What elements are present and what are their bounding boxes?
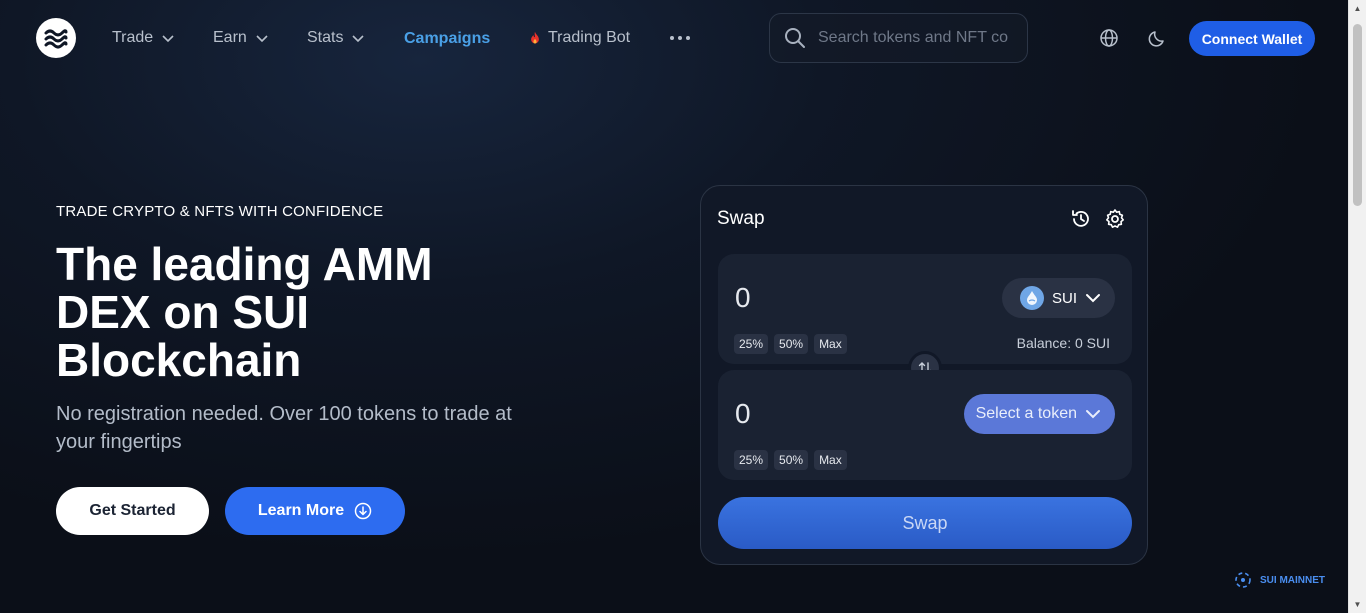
page: Trade Earn Stats Campaigns Trading Bot S… (0, 0, 1348, 613)
sui-token-icon (1019, 286, 1044, 310)
to-pct-25-button[interactable]: 25% (734, 450, 769, 470)
top-nav: Trade Earn Stats Campaigns Trading Bot S… (0, 0, 1348, 76)
search-icon (785, 28, 805, 48)
scroll-up-icon[interactable]: ▲ (1349, 0, 1366, 17)
settings-gear-icon[interactable] (1104, 208, 1126, 230)
to-amount-input[interactable]: 0 (735, 398, 751, 430)
swap-from-panel: 0 SUI 25% 50% Max Balance: 0 SUI (718, 254, 1132, 364)
hero-subtitle: No registration needed. Over 100 tokens … (56, 403, 512, 453)
search-box[interactable] (769, 13, 1028, 63)
chevron-down-icon (352, 35, 365, 43)
from-pct-25-button[interactable]: 25% (734, 334, 769, 354)
to-percent-row: 25% 50% Max (734, 450, 847, 470)
network-label: SUI MAINNET (1260, 574, 1325, 586)
swap-card: Swap 0 SUI 25% 50% Max Balance: 0 SUI 0 … (700, 185, 1148, 565)
hero-title: The leading AMM DEX on SUI Blockchain (56, 238, 433, 386)
to-token-select[interactable]: Select a token (963, 394, 1115, 434)
from-pct-50-button[interactable]: 50% (774, 334, 809, 354)
hero-eyebrow: TRADE CRYPTO & NFTS WITH CONFIDENCE (56, 203, 384, 220)
from-token-select[interactable]: SUI (1001, 278, 1115, 318)
from-token-label: SUI (1051, 289, 1077, 307)
nav-campaigns[interactable]: Campaigns (404, 27, 490, 51)
swap-button[interactable]: Swap (718, 497, 1132, 549)
nav-earn-label: Earn (213, 29, 247, 46)
page-scrollbar[interactable]: ▲ ▼ (1348, 0, 1366, 613)
logo[interactable] (36, 18, 76, 58)
network-icon (1235, 572, 1251, 588)
to-token-label: Select a token (975, 405, 1077, 422)
to-pct-max-button[interactable]: Max (814, 450, 847, 470)
arrow-down-circle-icon (354, 502, 372, 520)
get-started-button[interactable]: Get Started (56, 487, 209, 535)
nav-trade[interactable]: Trade (112, 26, 175, 50)
swap-to-panel: 0 Select a token 25% 50% Max (718, 370, 1132, 480)
nav-campaigns-label: Campaigns (404, 30, 491, 47)
swap-title: Swap (717, 208, 765, 229)
more-icon[interactable] (670, 36, 690, 40)
nav-earn[interactable]: Earn (213, 26, 269, 50)
waves-logo-icon (44, 29, 68, 49)
nav-trading-bot[interactable]: Trading Bot (528, 26, 630, 50)
history-icon[interactable] (1070, 208, 1092, 230)
nav-trading-bot-label: Trading Bot (548, 29, 631, 46)
from-percent-row: 25% 50% Max (734, 334, 847, 354)
globe-icon[interactable] (1099, 28, 1119, 48)
chevron-down-icon (1086, 410, 1100, 419)
flame-icon (531, 31, 539, 44)
chevron-down-icon (162, 35, 174, 43)
connect-wallet-button[interactable]: Connect Wallet (1189, 21, 1315, 56)
learn-more-label: Learn More (257, 502, 345, 519)
chevron-down-icon (256, 35, 268, 43)
from-pct-max-button[interactable]: Max (814, 334, 847, 354)
nav-stats[interactable]: Stats (307, 26, 365, 50)
nav-trade-label: Trade (112, 29, 154, 46)
from-balance: Balance: 0 SUI (1016, 335, 1110, 351)
scrollbar-thumb[interactable] (1353, 24, 1362, 206)
network-badge[interactable]: SUI MAINNET (1234, 571, 1325, 589)
chevron-down-icon (1086, 294, 1100, 303)
to-pct-50-button[interactable]: 50% (774, 450, 809, 470)
search-input[interactable] (818, 29, 1018, 47)
nav-stats-label: Stats (307, 29, 344, 46)
from-amount-input[interactable]: 0 (735, 282, 751, 314)
scroll-down-icon[interactable]: ▼ (1349, 596, 1366, 613)
learn-more-button[interactable]: Learn More (225, 487, 405, 535)
moon-icon[interactable] (1148, 28, 1168, 48)
